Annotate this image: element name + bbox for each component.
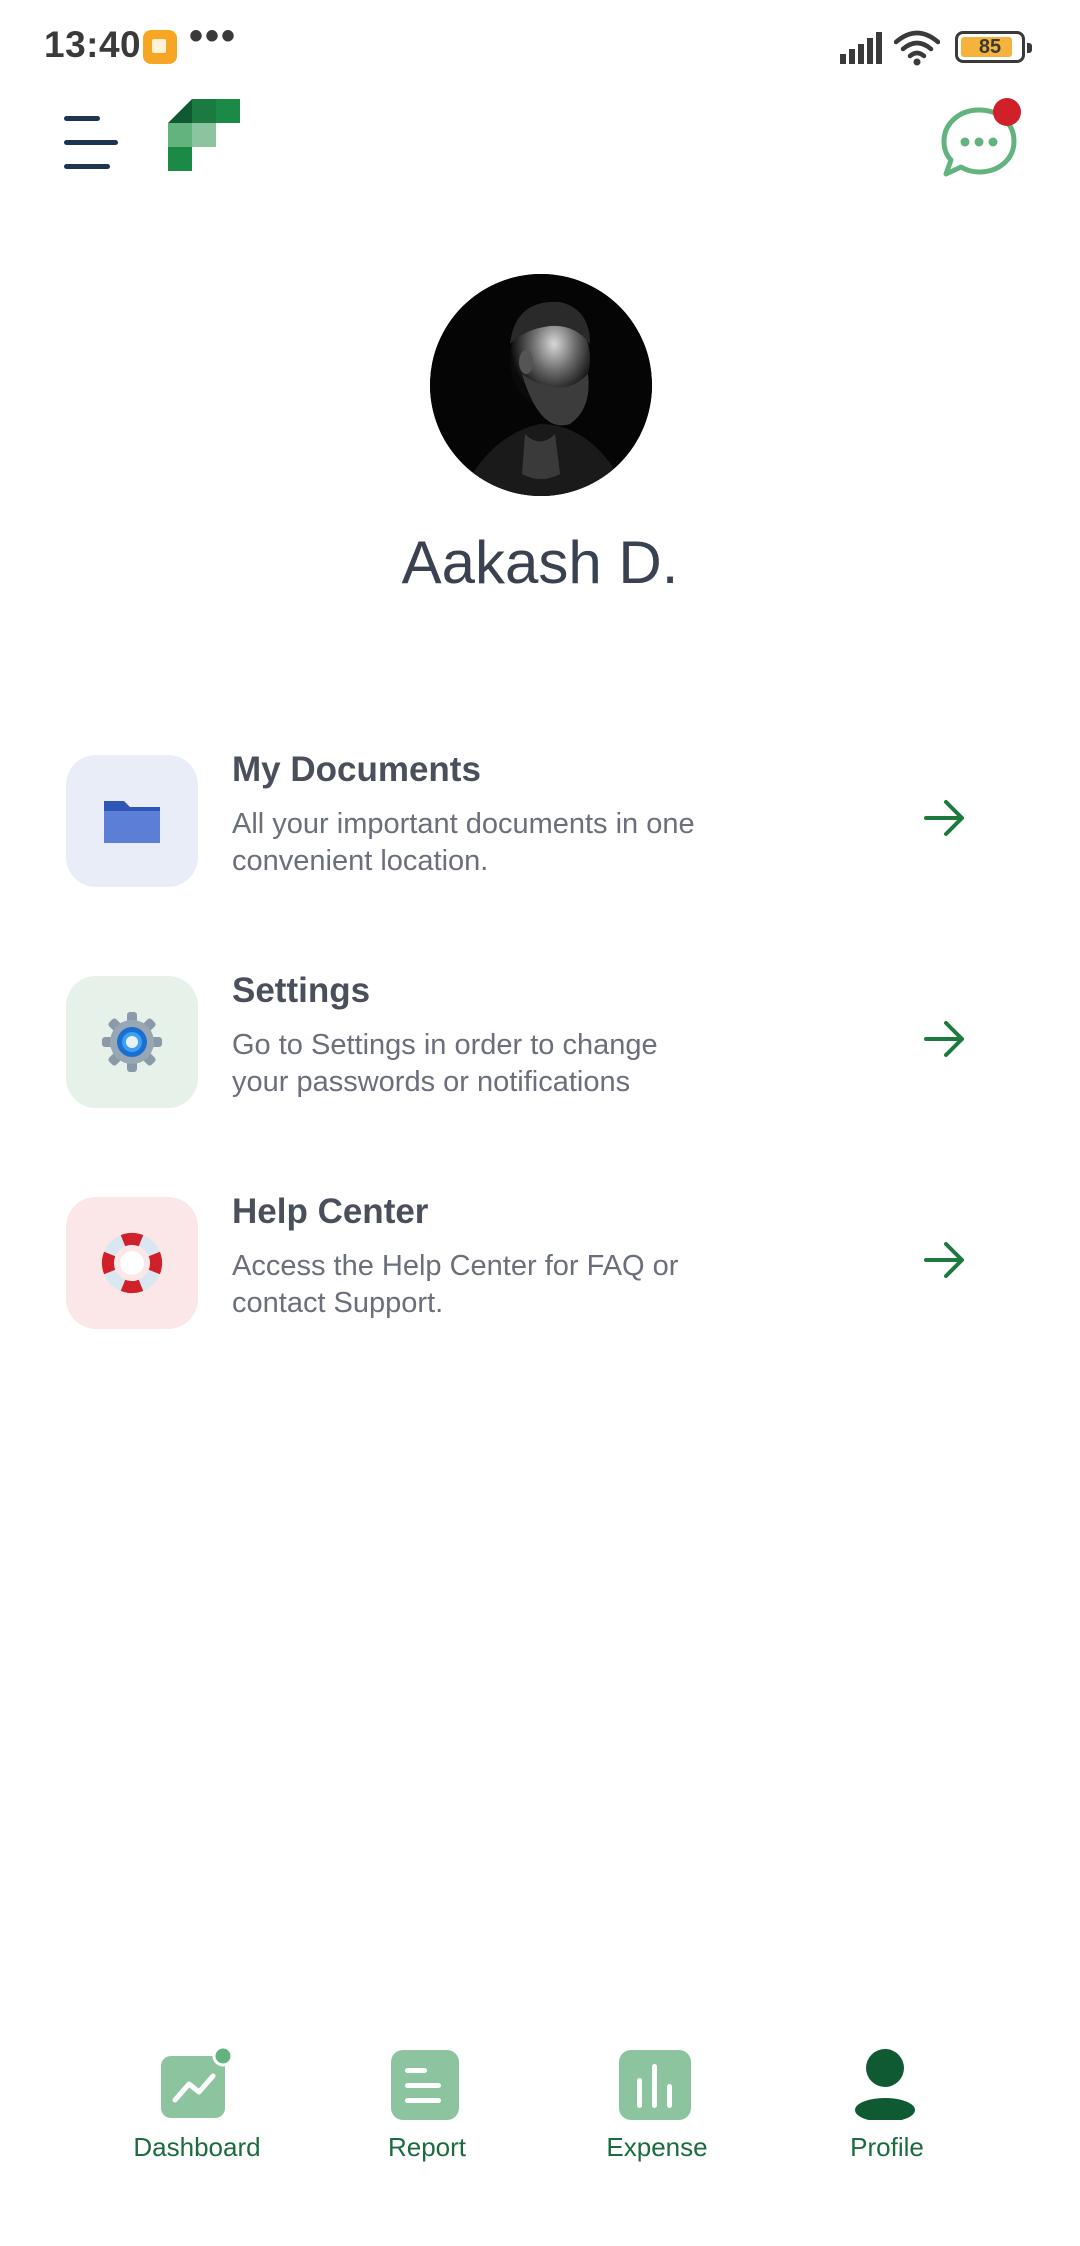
notification-app-icon	[143, 30, 177, 64]
wifi-icon	[894, 30, 940, 66]
bar-chart-icon	[619, 2050, 691, 2120]
notification-badge	[993, 98, 1021, 126]
menu-item-description: Access the Help Center for FAQ or contac…	[232, 1250, 679, 1319]
report-icon	[391, 2050, 459, 2120]
nav-report[interactable]: Report	[327, 2040, 527, 2190]
nav-expense[interactable]: Expense	[557, 2040, 757, 2190]
arrow-right-icon[interactable]	[922, 1019, 968, 1059]
nav-label: Report	[387, 2132, 467, 2162]
lifebuoy-icon	[102, 1233, 162, 1293]
avatar-portrait	[430, 274, 652, 496]
nav-label: Profile	[850, 2132, 924, 2162]
profile-name: Aakash D.	[401, 529, 679, 596]
status-time: 13:40	[44, 24, 142, 65]
bottom-navigation: Dashboard Report Expense Profile	[0, 2040, 1080, 2246]
gear-icon	[102, 1012, 162, 1072]
menu-item-description: Go to Settings in order to change your p…	[232, 1029, 658, 1098]
menu-item-title: Help Center	[232, 1192, 429, 1231]
folder-icon	[104, 801, 160, 843]
app-header	[0, 96, 1080, 216]
menu-item-description: All your important documents in one conv…	[232, 808, 695, 877]
battery-indicator: 85	[955, 31, 1032, 63]
battery-level: 85	[978, 36, 1002, 58]
menu-item-settings[interactable]: Settings Go to Settings in order to chan…	[0, 971, 1080, 1121]
menu-item-title: Settings	[232, 971, 371, 1010]
nav-profile[interactable]: Profile	[787, 2040, 987, 2190]
menu-item-help-center[interactable]: Help Center Access the Help Center for F…	[0, 1192, 1080, 1342]
trend-chart-icon	[161, 2048, 231, 2118]
nav-dashboard[interactable]: Dashboard	[97, 2040, 297, 2190]
menu-item-my-documents[interactable]: My Documents All your important document…	[0, 750, 1080, 900]
avatar[interactable]	[430, 274, 652, 496]
nav-label: Dashboard	[133, 2132, 261, 2162]
person-icon	[855, 2049, 915, 2120]
status-bar: 13:40 ••• 85	[0, 0, 1080, 96]
menu-item-title: My Documents	[232, 750, 481, 789]
help-center-tile	[66, 1197, 198, 1329]
arrow-right-icon[interactable]	[922, 1240, 968, 1280]
nav-label: Expense	[606, 2132, 708, 2162]
chat-bubble-icon[interactable]	[934, 96, 1024, 186]
app-logo	[168, 99, 240, 171]
settings-tile	[66, 976, 198, 1108]
cellular-signal-icon	[840, 32, 882, 64]
arrow-right-icon[interactable]	[922, 798, 968, 838]
more-notifications-icon: •••	[189, 14, 238, 58]
my-documents-tile	[66, 755, 198, 887]
hamburger-menu-icon[interactable]	[56, 104, 136, 184]
